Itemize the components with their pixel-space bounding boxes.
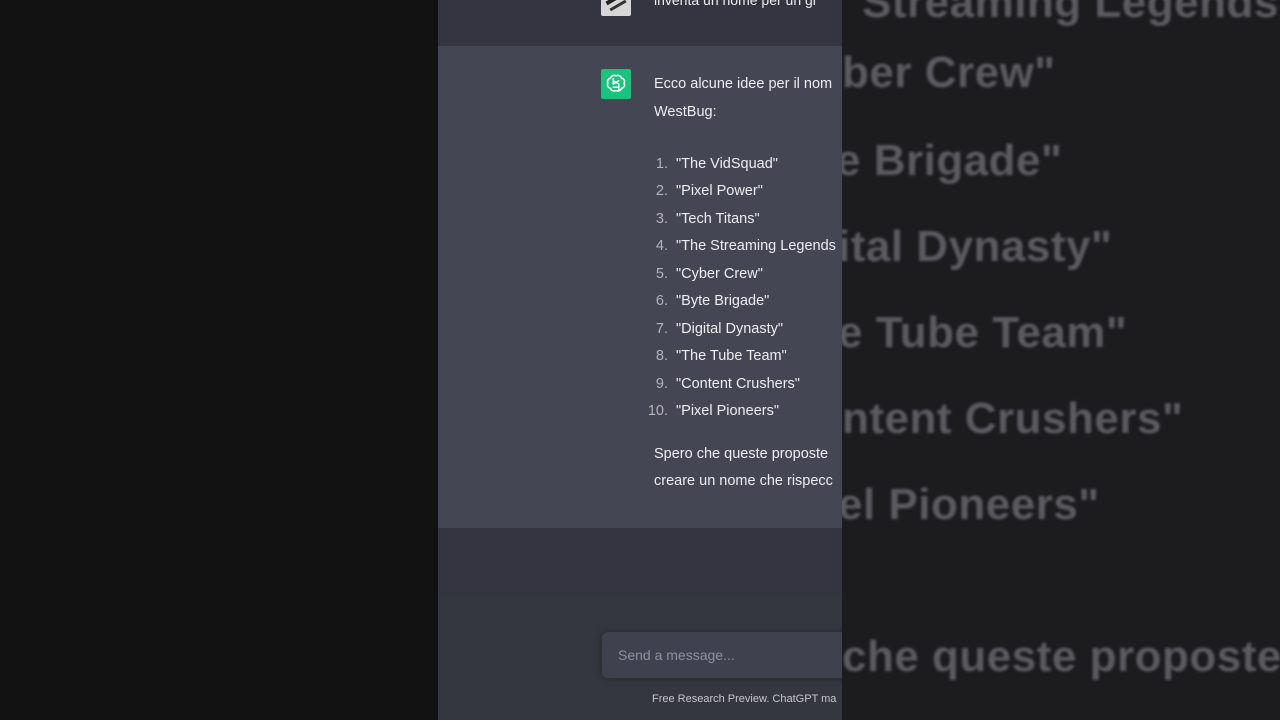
list-label: "The Tube Team" (676, 348, 787, 365)
backdrop-line: Streaming Legends (862, 0, 1279, 27)
message-input-placeholder: Send a message... (618, 647, 735, 663)
list-number: 9. (655, 375, 668, 392)
backdrop-line: e Tube Team" (842, 308, 1128, 357)
list-item: 4. "The Streaming Legends (638, 233, 836, 261)
assistant-outro-line: creare un nome che rispecc (654, 473, 833, 489)
left-backdrop (0, 0, 438, 720)
list-label: "Content Crushers" (676, 375, 800, 392)
backdrop-line: el Pioneers" (842, 480, 1100, 529)
zoomed-backdrop: Streaming Legends ber Crew" e Brigade" i… (842, 0, 1280, 720)
list-number: 7. (655, 320, 668, 337)
user-message-text: inventa un nome per un gr (654, 0, 818, 8)
list-item: 2. "Pixel Power" (638, 178, 836, 206)
list-number: 1. (655, 155, 668, 172)
list-number: 10. (647, 403, 668, 420)
list-item: 7. "Digital Dynasty" (638, 315, 836, 343)
list-item: 10. "Pixel Pioneers" (638, 398, 836, 426)
assistant-outro-line: Spero che queste proposte (654, 446, 829, 462)
backdrop-line: ntent Crushers" (842, 394, 1184, 443)
list-label: "The Streaming Legends (676, 238, 836, 255)
assistant-intro-line: WestBug: (654, 104, 717, 120)
list-label: "Tech Titans" (676, 210, 760, 227)
backdrop-line: e Brigade" (842, 136, 1063, 185)
backdrop-line: ital Dynasty" (842, 222, 1113, 271)
list-item: 6. "Byte Brigade" (638, 288, 836, 316)
list-number: 8. (655, 348, 668, 365)
list-item: 3. "Tech Titans" (638, 205, 836, 233)
list-label: "Byte Brigade" (676, 293, 770, 310)
chat-window: inventa un nome per un gr Ecco alcune id… (438, 0, 842, 720)
list-number: 3. (655, 210, 668, 227)
name-suggestions-list: 1. "The VidSquad" 2. "Pixel Power" 3. "Tech… (638, 150, 836, 425)
list-item: 9. "Content Crushers" (638, 370, 836, 398)
list-label: "The VidSquad" (676, 155, 778, 172)
disclaimer-text: Free Research Preview. ChatGPT ma (652, 693, 837, 705)
list-label: "Digital Dynasty" (676, 320, 783, 337)
list-number: 4. (655, 238, 668, 255)
list-item: 5. "Cyber Crew" (638, 260, 836, 288)
assistant-intro-line: Ecco alcune idee per il nom (654, 76, 833, 92)
list-label: "Pixel Power" (676, 183, 763, 200)
assistant-message: Ecco alcune idee per il nom WestBug: 1. "… (438, 46, 842, 528)
user-message: inventa un nome per un gr (438, 0, 842, 46)
list-label: "Cyber Crew" (676, 265, 763, 282)
list-label: "Pixel Pioneers" (676, 403, 779, 420)
list-number: 2. (655, 183, 668, 200)
backdrop-line: ber Crew" (842, 48, 1056, 97)
backdrop-line: che queste proposte (842, 632, 1280, 681)
list-item: 8. "The Tube Team" (638, 343, 836, 371)
message-input[interactable]: Send a message... (602, 632, 842, 678)
composer-area: Send a message... Free Research Preview.… (438, 528, 842, 720)
list-number: 6. (655, 293, 668, 310)
user-avatar (601, 0, 631, 16)
list-item: 1. "The VidSquad" (638, 150, 836, 178)
chatgpt-logo-icon (601, 69, 631, 99)
list-number: 5. (655, 265, 668, 282)
